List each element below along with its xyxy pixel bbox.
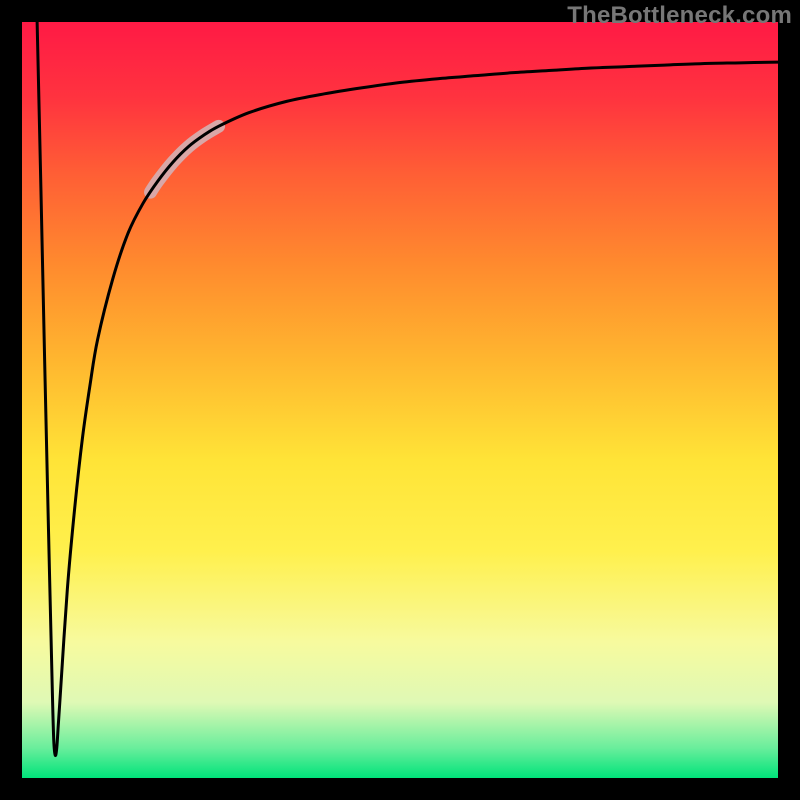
plot-background [22,22,778,778]
chart-container: TheBottleneck.com [0,0,800,800]
watermark-text: TheBottleneck.com [567,2,792,30]
bottleneck-chart [0,0,800,800]
